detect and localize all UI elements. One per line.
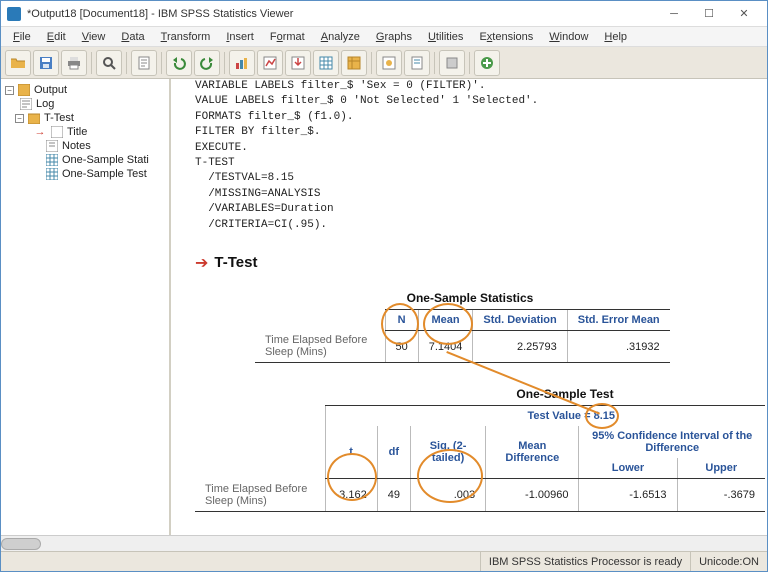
stats-caption: One-Sample Statistics	[255, 291, 685, 305]
val-md: -1.00960	[486, 479, 579, 512]
toolbar	[1, 47, 767, 79]
menu-help[interactable]: Help	[596, 29, 635, 45]
col-n: N	[385, 309, 418, 330]
collapse-icon[interactable]: −	[5, 86, 14, 95]
menu-transform[interactable]: Transform	[153, 29, 219, 45]
title-icon	[50, 126, 64, 138]
col-sig: Sig. (2-tailed)	[410, 426, 485, 479]
row-label: Time Elapsed Before Sleep (Mins)	[195, 479, 325, 512]
menu-insert[interactable]: Insert	[218, 29, 262, 45]
col-se: Std. Error Mean	[567, 309, 669, 330]
val-sd: 2.25793	[473, 330, 567, 363]
test-caption: One-Sample Test	[195, 387, 765, 401]
tree-log[interactable]: Log	[5, 97, 165, 111]
col-md: Mean Difference	[486, 426, 579, 479]
menu-bar: File Edit View Data Transform Insert For…	[1, 27, 767, 47]
menu-analyze[interactable]: Analyze	[313, 29, 368, 45]
val-lower: -1.6513	[579, 479, 677, 512]
script-button[interactable]	[404, 50, 430, 76]
minimize-button[interactable]: ─	[657, 4, 691, 24]
title-bar: *Output18 [Document18] - IBM SPSS Statis…	[1, 1, 767, 27]
tree-ttest[interactable]: − T-Test	[5, 111, 165, 125]
val-t: -3.162	[325, 479, 377, 512]
scroll-thumb[interactable]	[1, 538, 41, 550]
status-processor: IBM SPSS Statistics Processor is ready	[480, 552, 690, 571]
table-icon	[45, 154, 59, 166]
output-viewer[interactable]: VARIABLE LABELS filter_$ 'Sex = 0 (FILTE…	[171, 79, 767, 535]
notes-icon	[45, 140, 59, 152]
export-button[interactable]	[131, 50, 157, 76]
chart-button-1[interactable]	[229, 50, 255, 76]
window-title: *Output18 [Document18] - IBM SPSS Statis…	[27, 8, 657, 20]
log-icon	[19, 98, 33, 110]
table-button-2[interactable]	[341, 50, 367, 76]
menu-graphs[interactable]: Graphs	[368, 29, 420, 45]
val-df: 49	[377, 479, 410, 512]
menu-view[interactable]: View	[74, 29, 114, 45]
menu-window[interactable]: Window	[541, 29, 596, 45]
output-icon	[17, 84, 31, 96]
tree-ttest-notes[interactable]: Notes	[5, 139, 165, 153]
add-button[interactable]	[474, 50, 500, 76]
col-lower: Lower	[579, 458, 677, 479]
val-upper: -.3679	[677, 479, 765, 512]
designate-button[interactable]	[439, 50, 465, 76]
arrow-icon: →	[33, 126, 47, 138]
table-icon	[45, 168, 59, 180]
col-t: t	[325, 426, 377, 479]
menu-utilities[interactable]: Utilities	[420, 29, 471, 45]
row-label: Time Elapsed Before Sleep (Mins)	[255, 330, 385, 363]
menu-data[interactable]: Data	[113, 29, 152, 45]
goto-button[interactable]	[285, 50, 311, 76]
collapse-icon[interactable]: −	[15, 114, 24, 123]
menu-format[interactable]: Format	[262, 29, 313, 45]
syntax-log: VARIABLE LABELS filter_$ 'Sex = 0 (FILTE…	[195, 79, 757, 233]
folder-icon	[27, 112, 41, 124]
tree-ttest-stats[interactable]: One-Sample Stati	[5, 153, 165, 167]
save-button[interactable]	[33, 50, 59, 76]
close-button[interactable]: ✕	[727, 4, 761, 24]
menu-file[interactable]: File	[5, 29, 39, 45]
stats-table[interactable]: N Mean Std. Deviation Std. Error Mean Ti…	[255, 309, 670, 364]
tree-ttest-test[interactable]: One-Sample Test	[5, 167, 165, 181]
val-sig: .003	[410, 479, 485, 512]
maximize-button[interactable]: ☐	[692, 4, 726, 24]
chart-button-2[interactable]	[257, 50, 283, 76]
val-n: 50	[385, 330, 418, 363]
status-unicode: Unicode:ON	[690, 552, 767, 571]
val-mean: 7.1404	[418, 330, 473, 363]
col-ci: 95% Confidence Interval of the Differenc…	[579, 426, 765, 458]
menu-extensions[interactable]: Extensions	[471, 29, 541, 45]
open-button[interactable]	[5, 50, 31, 76]
tree-ttest-title[interactable]: → Title	[5, 125, 165, 139]
app-icon	[7, 7, 21, 21]
preview-button[interactable]	[96, 50, 122, 76]
print-button[interactable]	[61, 50, 87, 76]
col-upper: Upper	[677, 458, 765, 479]
ttest-heading: ➔ T-Test	[195, 253, 757, 273]
test-value-label: Test Value = 8.15	[325, 406, 765, 427]
horizontal-scrollbar[interactable]	[1, 535, 767, 551]
tree-root[interactable]: − Output	[5, 83, 165, 97]
test-table[interactable]: Test Value = 8.15 t df Sig. (2-tailed) M…	[195, 405, 765, 512]
col-mean: Mean	[418, 309, 473, 330]
undo-button[interactable]	[166, 50, 192, 76]
outline-tree[interactable]: − Output Log − T-Test → Title Notes	[1, 79, 171, 535]
val-se: .31932	[567, 330, 669, 363]
menu-edit[interactable]: Edit	[39, 29, 74, 45]
col-df: df	[377, 426, 410, 479]
arrow-icon: ➔	[195, 253, 208, 273]
table-button-1[interactable]	[313, 50, 339, 76]
redo-button[interactable]	[194, 50, 220, 76]
select-button[interactable]	[376, 50, 402, 76]
col-sd: Std. Deviation	[473, 309, 567, 330]
status-bar: IBM SPSS Statistics Processor is ready U…	[1, 551, 767, 571]
